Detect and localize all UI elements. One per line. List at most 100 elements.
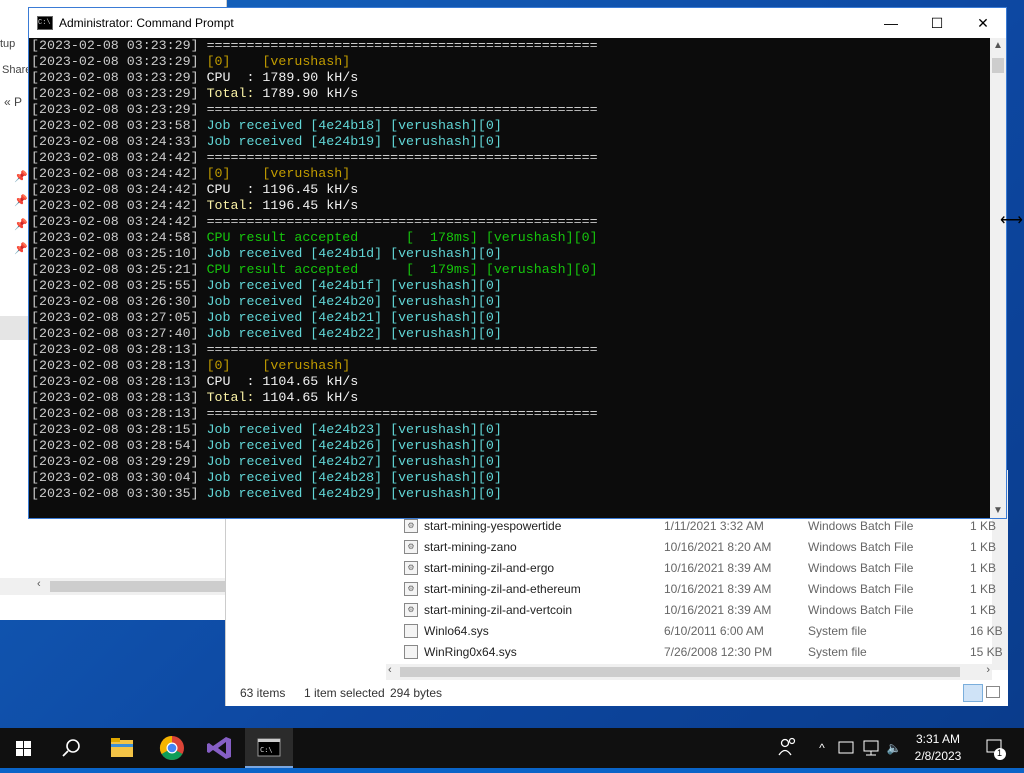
console-text: [2023-02-08 03:25:21]: [31, 262, 207, 277]
scrollbar-thumb[interactable]: [992, 58, 1004, 73]
scroll-left-icon[interactable]: ‹: [37, 578, 41, 590]
selection-size: 294 bytes: [390, 686, 443, 700]
network-icon: [863, 740, 879, 756]
scroll-left-icon[interactable]: ‹: [388, 664, 392, 676]
volume-icon[interactable]: 🔈: [884, 728, 904, 768]
file-row[interactable]: ⚙ start-mining-zil-and-vertcoin 10/16/2021…: [402, 600, 996, 621]
file-size: 16 KB: [970, 624, 1003, 638]
back-label-nav[interactable]: « P: [4, 95, 22, 109]
back-label-startup: tup: [0, 38, 16, 50]
file-type: Windows Batch File: [808, 582, 914, 596]
details-view-icon[interactable]: [963, 684, 983, 702]
security-icon: [838, 741, 854, 754]
file-row[interactable]: ⚙ start-mining-zil-and-ethereum 10/16/2021…: [402, 579, 996, 600]
pin-icon: 📌: [14, 243, 28, 255]
command-prompt-taskbar-button[interactable]: C:\: [245, 728, 293, 768]
file-row[interactable]: WinRing0x64.sys 7/26/2008 12:30 PM System …: [402, 642, 1003, 663]
console-text: [0] [verushash]: [206, 166, 351, 181]
console-text: CPU result accepted [ 179ms] [verushash]…: [206, 262, 598, 277]
console-text: ========================================…: [206, 102, 598, 117]
back-label-share[interactable]: Share: [2, 64, 31, 76]
file-type: Windows Batch File: [808, 561, 914, 575]
file-name: start-mining-zano: [424, 540, 517, 554]
file-explorer-taskbar-button[interactable]: [98, 728, 146, 768]
console-line: [2023-02-08 03:25:21] CPU result accepte…: [31, 262, 989, 278]
file-date: 10/16/2021 8:39 AM: [664, 561, 772, 575]
search-button[interactable]: [48, 728, 96, 768]
scrollbar-thumb[interactable]: [50, 581, 226, 592]
tray-icon[interactable]: [836, 728, 856, 768]
console-text: [2023-02-08 03:29:29]: [31, 454, 207, 469]
console-text: Job received [4e24b22] [verushash][0]: [206, 326, 502, 341]
action-center-button[interactable]: 1: [982, 728, 1008, 768]
console-text: Job received [4e24b28] [verushash][0]: [206, 470, 502, 485]
file-name: start-mining-zil-and-ethereum: [424, 582, 581, 596]
console-text: CPU : 1196.45 kH/s: [206, 182, 359, 197]
command-prompt-window[interactable]: C:\ Administrator: Command Prompt — ☐ ✕ …: [28, 7, 1007, 519]
scroll-down-icon[interactable]: ▼: [993, 505, 1003, 516]
console-line: [2023-02-08 03:24:58] CPU result accepte…: [31, 230, 989, 246]
console-text: [2023-02-08 03:28:13]: [31, 390, 207, 405]
console-text: [2023-02-08 03:24:42]: [31, 150, 207, 165]
maximize-button[interactable]: ☐: [914, 8, 960, 38]
console-line: [2023-02-08 03:27:05] Job received [4e24…: [31, 310, 989, 326]
console-text: Job received [4e24b18] [verushash][0]: [206, 118, 502, 133]
console-text: [2023-02-08 03:30:04]: [31, 470, 207, 485]
file-row[interactable]: ⚙ start-mining-zano 10/16/2021 8:20 AM Wind…: [402, 537, 996, 558]
file-name: Winlo64.sys: [424, 624, 489, 638]
console-text: [2023-02-08 03:25:55]: [31, 278, 207, 293]
chevron-up-icon[interactable]: ^: [814, 728, 830, 768]
console-text: ========================================…: [206, 214, 598, 229]
console-text: Job received [4e24b23] [verushash][0]: [206, 422, 502, 437]
vertical-scrollbar[interactable]: ▲ ▼: [990, 38, 1006, 518]
console-text: ========================================…: [206, 342, 598, 357]
pin-icon: 📌: [14, 195, 28, 207]
console-text: [2023-02-08 03:28:13]: [31, 342, 207, 357]
console-line: [2023-02-08 03:28:13] [0] [verushash]: [31, 358, 989, 374]
scroll-up-icon[interactable]: ▲: [993, 40, 1003, 51]
file-name: start-mining-yespowertide: [424, 519, 562, 533]
console-text: Job received [4e24b20] [verushash][0]: [206, 294, 502, 309]
batch-file-icon: ⚙: [404, 603, 418, 617]
clock-date: 2/8/2023: [914, 749, 962, 763]
minimize-button[interactable]: —: [868, 8, 914, 38]
file-size: 15 KB: [970, 645, 1003, 659]
console-text: Total:: [206, 198, 263, 213]
people-button[interactable]: [776, 728, 798, 768]
scroll-right-icon[interactable]: ›: [986, 664, 990, 676]
title-bar[interactable]: C:\ Administrator: Command Prompt — ☐ ✕: [29, 8, 1006, 38]
notification-count: 1: [997, 748, 1003, 758]
horizontal-scrollbar[interactable]: ‹ ›: [386, 664, 992, 680]
file-row[interactable]: Winlo64.sys 6/10/2011 6:00 AM System file 1…: [402, 621, 1003, 642]
chrome-taskbar-button[interactable]: [148, 728, 196, 768]
console-text: Job received [4e24b27] [verushash][0]: [206, 454, 502, 469]
visual-studio-taskbar-button[interactable]: [196, 728, 244, 768]
file-date: 6/10/2011 6:00 AM: [664, 624, 764, 638]
console-output[interactable]: [2023-02-08 03:23:29] ==================…: [31, 38, 989, 516]
console-line: [2023-02-08 03:27:40] Job received [4e24…: [31, 326, 989, 342]
clock[interactable]: 3:31 AM 2/8/2023: [908, 731, 968, 765]
file-name: start-mining-zil-and-ergo: [424, 561, 555, 575]
console-text: Total:: [206, 390, 263, 405]
network-button[interactable]: [861, 728, 881, 768]
scrollbar-thumb[interactable]: [400, 667, 960, 677]
console-text: [2023-02-08 03:28:54]: [31, 438, 207, 453]
console-text: CPU : 1104.65 kH/s: [206, 374, 359, 389]
console-line: [2023-02-08 03:30:04] Job received [4e24…: [31, 470, 989, 486]
notification-icon: [986, 739, 1006, 760]
start-button[interactable]: [0, 728, 48, 768]
status-bar: 63 items 1 item selected 294 bytes: [226, 682, 1008, 704]
search-icon: [62, 739, 80, 757]
console-text: Job received [4e24b26] [verushash][0]: [206, 438, 502, 453]
close-button[interactable]: ✕: [960, 8, 1006, 38]
file-size: 1 KB: [970, 540, 997, 554]
svg-text:C:\: C:\: [260, 746, 273, 754]
large-icons-view-icon[interactable]: [986, 686, 1000, 698]
file-size: 1 KB: [970, 603, 997, 617]
console-text: 1196.45 kH/s: [262, 198, 359, 213]
file-row[interactable]: ⚙ start-mining-yespowertide 1/11/2021 3:32…: [402, 516, 996, 537]
file-size: 1 KB: [970, 582, 997, 596]
file-row[interactable]: ⚙ start-mining-zil-and-ergo 10/16/2021 8:3…: [402, 558, 996, 579]
horizontal-scrollbar[interactable]: ‹: [0, 578, 226, 595]
file-type: System file: [808, 645, 867, 659]
